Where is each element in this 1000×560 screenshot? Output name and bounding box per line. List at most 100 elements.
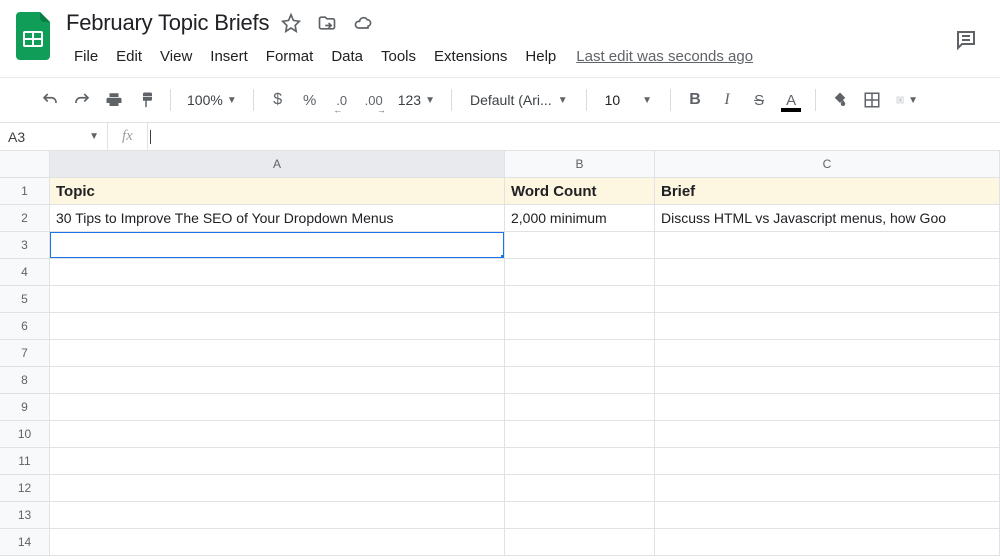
font-family-dropdown[interactable]: Default (Ari...▼ bbox=[462, 86, 576, 114]
cell[interactable] bbox=[50, 502, 505, 529]
row-header[interactable]: 3 bbox=[0, 232, 50, 259]
cell[interactable] bbox=[655, 448, 1000, 475]
paint-format-button[interactable] bbox=[132, 86, 160, 114]
select-all-corner[interactable] bbox=[0, 151, 50, 178]
increase-decimal-button[interactable]: .00→ bbox=[360, 86, 388, 114]
cell[interactable] bbox=[50, 367, 505, 394]
cell[interactable] bbox=[50, 313, 505, 340]
row-header[interactable]: 13 bbox=[0, 502, 50, 529]
cloud-status-icon[interactable] bbox=[353, 13, 373, 33]
cell[interactable] bbox=[50, 421, 505, 448]
chevron-down-icon: ▼ bbox=[227, 95, 237, 106]
comments-icon[interactable] bbox=[954, 28, 978, 52]
menu-extensions[interactable]: Extensions bbox=[426, 44, 515, 69]
row-header[interactable]: 1 bbox=[0, 178, 50, 205]
cell-c2[interactable]: Discuss HTML vs Javascript menus, how Go… bbox=[655, 205, 1000, 232]
row-header[interactable]: 6 bbox=[0, 313, 50, 340]
menu-insert[interactable]: Insert bbox=[202, 44, 256, 69]
cell[interactable] bbox=[655, 529, 1000, 556]
menu-data[interactable]: Data bbox=[323, 44, 371, 69]
percent-button[interactable]: % bbox=[296, 86, 324, 114]
number-format-dropdown[interactable]: 123▼ bbox=[392, 86, 441, 114]
cell[interactable] bbox=[655, 313, 1000, 340]
name-box[interactable]: A3▼ bbox=[0, 123, 108, 150]
row-header[interactable]: 5 bbox=[0, 286, 50, 313]
menu-edit[interactable]: Edit bbox=[108, 44, 150, 69]
undo-button[interactable] bbox=[36, 86, 64, 114]
menu-tools[interactable]: Tools bbox=[373, 44, 424, 69]
zoom-dropdown[interactable]: 100%▼ bbox=[181, 86, 243, 114]
menu-file[interactable]: File bbox=[66, 44, 106, 69]
star-icon[interactable] bbox=[281, 13, 301, 33]
cell[interactable] bbox=[50, 259, 505, 286]
cell[interactable] bbox=[505, 475, 655, 502]
col-header-a[interactable]: A bbox=[50, 151, 505, 178]
print-button[interactable] bbox=[100, 86, 128, 114]
text-color-button[interactable]: A bbox=[777, 86, 805, 114]
cell[interactable] bbox=[655, 367, 1000, 394]
redo-button[interactable] bbox=[68, 86, 96, 114]
cell[interactable] bbox=[505, 421, 655, 448]
menu-view[interactable]: View bbox=[152, 44, 200, 69]
cell[interactable] bbox=[505, 340, 655, 367]
cell-c3[interactable] bbox=[655, 232, 1000, 259]
font-size-dropdown[interactable]: 10▼ bbox=[597, 86, 660, 114]
cell-b1[interactable]: Word Count bbox=[505, 178, 655, 205]
cell[interactable] bbox=[505, 448, 655, 475]
cell[interactable] bbox=[505, 259, 655, 286]
cell[interactable] bbox=[655, 394, 1000, 421]
cell[interactable] bbox=[50, 448, 505, 475]
cell[interactable] bbox=[50, 394, 505, 421]
cell[interactable] bbox=[505, 502, 655, 529]
cell[interactable] bbox=[505, 286, 655, 313]
cell-a2[interactable]: 30 Tips to Improve The SEO of Your Dropd… bbox=[50, 205, 505, 232]
menu-format[interactable]: Format bbox=[258, 44, 322, 69]
decrease-decimal-button[interactable]: .0← bbox=[328, 86, 356, 114]
cell[interactable] bbox=[655, 421, 1000, 448]
formula-input[interactable] bbox=[151, 129, 1000, 144]
cell-b3[interactable] bbox=[505, 232, 655, 259]
col-header-b[interactable]: B bbox=[505, 151, 655, 178]
cell[interactable] bbox=[655, 502, 1000, 529]
cell[interactable] bbox=[50, 529, 505, 556]
doc-title[interactable]: February Topic Briefs bbox=[66, 10, 269, 36]
row-header[interactable]: 11 bbox=[0, 448, 50, 475]
sheets-logo[interactable] bbox=[14, 12, 54, 52]
merge-cells-dropdown[interactable]: ▼ bbox=[890, 86, 924, 114]
row-header[interactable]: 9 bbox=[0, 394, 50, 421]
cell[interactable] bbox=[655, 286, 1000, 313]
cell[interactable] bbox=[50, 286, 505, 313]
col-header-c[interactable]: C bbox=[655, 151, 1000, 178]
row-header[interactable]: 14 bbox=[0, 529, 50, 556]
row-header[interactable]: 4 bbox=[0, 259, 50, 286]
cell-b2[interactable]: 2,000 minimum bbox=[505, 205, 655, 232]
borders-button[interactable] bbox=[858, 86, 886, 114]
cell[interactable] bbox=[50, 340, 505, 367]
move-icon[interactable] bbox=[317, 13, 337, 33]
spreadsheet-grid[interactable]: A B C 1 Topic Word Count Brief 2 30 Tips… bbox=[0, 151, 1000, 556]
last-edit-link[interactable]: Last edit was seconds ago bbox=[576, 48, 753, 65]
fill-color-button[interactable] bbox=[826, 86, 854, 114]
row-header[interactable]: 2 bbox=[0, 205, 50, 232]
cell[interactable] bbox=[505, 367, 655, 394]
bold-button[interactable]: B bbox=[681, 86, 709, 114]
row-header[interactable]: 7 bbox=[0, 340, 50, 367]
italic-button[interactable]: I bbox=[713, 86, 741, 114]
cell[interactable] bbox=[655, 340, 1000, 367]
cell[interactable] bbox=[505, 313, 655, 340]
currency-button[interactable]: $ bbox=[264, 86, 292, 114]
cell-a3[interactable] bbox=[50, 232, 505, 259]
selection-handle[interactable] bbox=[501, 255, 505, 259]
cell[interactable] bbox=[655, 475, 1000, 502]
cell[interactable] bbox=[50, 475, 505, 502]
row-header[interactable]: 12 bbox=[0, 475, 50, 502]
cell[interactable] bbox=[655, 259, 1000, 286]
cell-c1[interactable]: Brief bbox=[655, 178, 1000, 205]
cell[interactable] bbox=[505, 394, 655, 421]
cell-a1[interactable]: Topic bbox=[50, 178, 505, 205]
menu-help[interactable]: Help bbox=[517, 44, 564, 69]
strikethrough-button[interactable]: S bbox=[745, 86, 773, 114]
row-header[interactable]: 10 bbox=[0, 421, 50, 448]
cell[interactable] bbox=[505, 529, 655, 556]
row-header[interactable]: 8 bbox=[0, 367, 50, 394]
